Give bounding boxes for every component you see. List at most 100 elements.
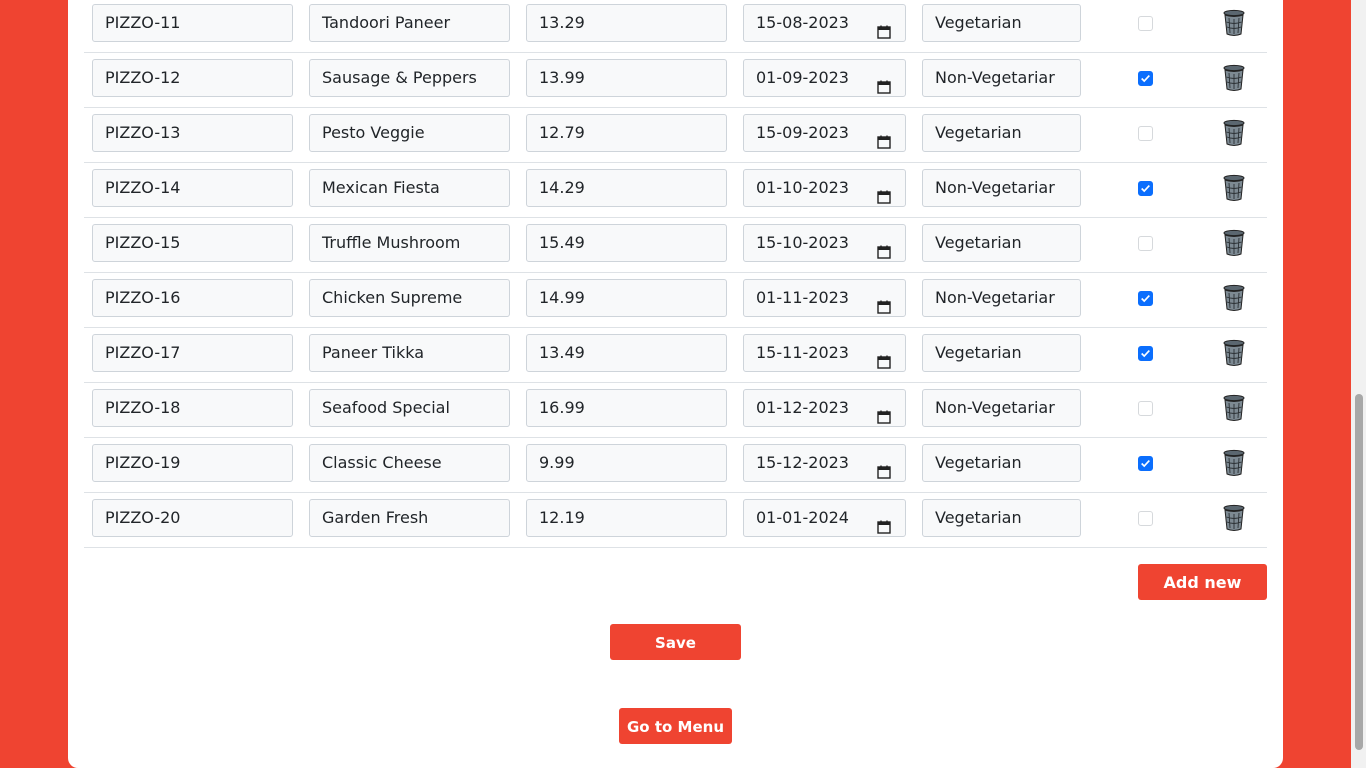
item-id-field[interactable]: PIZZO-12	[92, 59, 293, 97]
table-row: PIZZO-11 Tandoori Paneer 13.29 15-08-2023 Ve…	[84, 0, 1267, 53]
item-name-field[interactable]: Classic Cheese	[309, 444, 510, 482]
item-type-field[interactable]: Vegetarian	[922, 334, 1081, 372]
add-new-item-button[interactable]: Add new item	[1138, 564, 1267, 628]
item-available-checkbox[interactable]	[1138, 181, 1153, 196]
item-price-field[interactable]: 13.99	[526, 59, 727, 97]
calendar-icon[interactable]	[877, 401, 891, 424]
item-name-field[interactable]: Tandoori Paneer	[309, 4, 510, 42]
calendar-icon[interactable]	[877, 511, 891, 534]
date-value: 15-08-2023	[756, 13, 849, 32]
item-name-field[interactable]: Seafood Special	[309, 389, 510, 427]
item-price-field[interactable]: 16.99	[526, 389, 727, 427]
date-value: 01-01-2024	[756, 508, 849, 527]
item-date-field[interactable]: 01-12-2023	[743, 389, 906, 427]
trash-icon[interactable]	[1222, 119, 1246, 147]
trash-icon[interactable]	[1222, 174, 1246, 202]
item-price-field[interactable]: 12.79	[526, 114, 727, 152]
item-id-field[interactable]: PIZZO-15	[92, 224, 293, 262]
trash-icon[interactable]	[1222, 229, 1246, 257]
item-id-field[interactable]: PIZZO-16	[92, 279, 293, 317]
trash-icon[interactable]	[1222, 64, 1246, 92]
trash-icon[interactable]	[1222, 9, 1246, 37]
date-value: 15-11-2023	[756, 343, 849, 362]
date-value: 15-10-2023	[756, 233, 849, 252]
item-price-field[interactable]: 14.29	[526, 169, 727, 207]
calendar-icon[interactable]	[877, 456, 891, 479]
item-date-field[interactable]: 01-11-2023	[743, 279, 906, 317]
item-id-field[interactable]: PIZZO-14	[92, 169, 293, 207]
item-date-field[interactable]: 01-10-2023	[743, 169, 906, 207]
calendar-icon[interactable]	[877, 346, 891, 369]
item-date-field[interactable]: 01-01-2024	[743, 499, 906, 537]
trash-icon[interactable]	[1222, 504, 1246, 532]
item-price-field[interactable]: 15.49	[526, 224, 727, 262]
date-value: 01-10-2023	[756, 178, 849, 197]
item-type-field[interactable]: Vegetarian	[922, 224, 1081, 262]
trash-icon[interactable]	[1222, 284, 1246, 312]
item-type-field[interactable]: Vegetarian	[922, 4, 1081, 42]
item-name-field[interactable]: Truffle Mushroom	[309, 224, 510, 262]
item-date-field[interactable]: 01-09-2023	[743, 59, 906, 97]
item-name-field[interactable]: Garden Fresh	[309, 499, 510, 537]
trash-icon[interactable]	[1222, 339, 1246, 367]
date-value: 01-12-2023	[756, 398, 849, 417]
item-available-checkbox[interactable]	[1138, 236, 1153, 251]
item-available-checkbox[interactable]	[1138, 71, 1153, 86]
go-to-menu-button[interactable]: Go to Menu	[619, 708, 732, 744]
trash-icon[interactable]	[1222, 449, 1246, 477]
item-date-field[interactable]: 15-09-2023	[743, 114, 906, 152]
item-name-field[interactable]: Mexican Fiesta	[309, 169, 510, 207]
item-price-field[interactable]: 13.29	[526, 4, 727, 42]
item-type-field[interactable]: Vegetarian	[922, 114, 1081, 152]
item-id-field[interactable]: PIZZO-11	[92, 4, 293, 42]
item-name-field[interactable]: Sausage & Peppers	[309, 59, 510, 97]
item-type-field[interactable]: Non-Vegetariar	[922, 169, 1081, 207]
item-type-field[interactable]: Vegetarian	[922, 444, 1081, 482]
item-date-field[interactable]: 15-10-2023	[743, 224, 906, 262]
item-type-field[interactable]: Non-Vegetariar	[922, 59, 1081, 97]
item-price-field[interactable]: 9.99	[526, 444, 727, 482]
item-name-field[interactable]: Paneer Tikka	[309, 334, 510, 372]
item-name-field[interactable]: Pesto Veggie	[309, 114, 510, 152]
item-date-field[interactable]: 15-12-2023	[743, 444, 906, 482]
item-type-field[interactable]: Non-Vegetariar	[922, 279, 1081, 317]
item-price-field[interactable]: 12.19	[526, 499, 727, 537]
item-price-field[interactable]: 13.49	[526, 334, 727, 372]
item-available-checkbox[interactable]	[1138, 346, 1153, 361]
item-id-field[interactable]: PIZZO-13	[92, 114, 293, 152]
item-available-checkbox[interactable]	[1138, 16, 1153, 31]
scrollbar-thumb[interactable]	[1355, 394, 1363, 750]
calendar-icon[interactable]	[877, 181, 891, 204]
item-available-checkbox[interactable]	[1138, 456, 1153, 471]
calendar-icon[interactable]	[877, 126, 891, 149]
item-type-field[interactable]: Vegetarian	[922, 499, 1081, 537]
item-available-checkbox[interactable]	[1138, 511, 1153, 526]
items-table: PIZZO-11 Tandoori Paneer 13.29 15-08-2023 Ve…	[84, 0, 1267, 548]
table-row: PIZZO-17 Paneer Tikka 13.49 15-11-2023 Veget…	[84, 328, 1267, 383]
item-id-field[interactable]: PIZZO-20	[92, 499, 293, 537]
item-price-field[interactable]: 14.99	[526, 279, 727, 317]
table-row: PIZZO-14 Mexican Fiesta 14.29 01-10-2023 Non…	[84, 163, 1267, 218]
item-available-checkbox[interactable]	[1138, 126, 1153, 141]
table-row: PIZZO-20 Garden Fresh 12.19 01-01-2024 Veget…	[84, 493, 1267, 548]
trash-icon[interactable]	[1222, 394, 1246, 422]
page-scrollbar[interactable]	[1351, 0, 1366, 768]
table-row: PIZZO-15 Truffle Mushroom 15.49 15-10-2023 V…	[84, 218, 1267, 273]
calendar-icon[interactable]	[877, 71, 891, 94]
save-button[interactable]: Save	[610, 624, 741, 660]
date-value: 01-09-2023	[756, 68, 849, 87]
calendar-icon[interactable]	[877, 291, 891, 314]
item-type-field[interactable]: Non-Vegetariar	[922, 389, 1081, 427]
item-name-field[interactable]: Chicken Supreme	[309, 279, 510, 317]
item-id-field[interactable]: PIZZO-18	[92, 389, 293, 427]
item-available-checkbox[interactable]	[1138, 401, 1153, 416]
item-available-checkbox[interactable]	[1138, 291, 1153, 306]
item-id-field[interactable]: PIZZO-19	[92, 444, 293, 482]
calendar-icon[interactable]	[877, 236, 891, 259]
item-date-field[interactable]: 15-08-2023	[743, 4, 906, 42]
calendar-icon[interactable]	[877, 16, 891, 39]
table-row: PIZZO-13 Pesto Veggie 12.79 15-09-2023 Veget…	[84, 108, 1267, 163]
item-date-field[interactable]: 15-11-2023	[743, 334, 906, 372]
table-row: PIZZO-12 Sausage & Peppers 13.99 01-09-2023…	[84, 53, 1267, 108]
item-id-field[interactable]: PIZZO-17	[92, 334, 293, 372]
